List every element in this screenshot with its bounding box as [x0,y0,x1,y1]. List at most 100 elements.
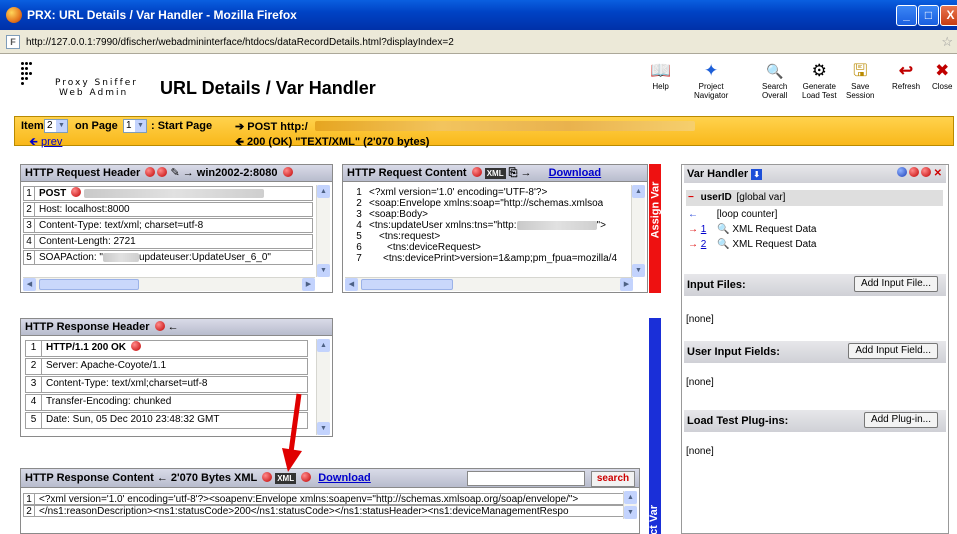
scroll-left-icon[interactable]: ◀ [23,278,36,291]
copy-icon[interactable]: ⎘ [509,167,518,179]
var-icon[interactable] [920,167,931,177]
var-icon[interactable] [896,167,907,177]
var-row-loop-counter[interactable]: ← [loop counter] [688,209,777,220]
request-content-title: HTTP Request Content XML ⎘ → Download [343,165,647,182]
item-navigation-bar: Item 2 ▼ on Page 1 ▼ : Start Page 🡸 prev ➔… [14,116,954,148]
user-input-fields-none: [none] [686,377,714,388]
request-url: ➔ POST http:/ [235,121,308,133]
vertical-scrollbar[interactable]: ▲ ▼ [316,185,330,277]
var-icon[interactable] [262,472,273,482]
var-row-extract-2[interactable]: → 2 🔍 XML Request Data [688,239,816,250]
scroll-thumb[interactable] [39,279,139,290]
scroll-right-icon[interactable]: ▶ [620,278,633,291]
var-icon[interactable] [154,321,165,331]
bookmark-star-icon[interactable]: ☆ [941,34,953,50]
code-line: 3 <soap:Body> [356,209,428,220]
xml-view-icon[interactable]: XML [484,168,506,179]
title-bar: PRX: URL Details / Var Handler - Mozilla… [0,0,957,30]
var-icon[interactable] [908,167,919,177]
extract-var-bar[interactable]: ct Var [648,318,661,534]
add-plugin-button[interactable]: Add Plug-in... [863,412,938,428]
search-overall-button[interactable]: 🔍 Search Overall [762,62,787,100]
list-item: 5 Date: Sun, 05 Dec 2010 23:48:32 GMT [25,412,308,430]
scroll-down-icon[interactable]: ▼ [317,422,330,435]
scroll-left-icon[interactable]: ◀ [345,278,358,291]
forward-arrow-icon: → [182,167,194,179]
add-input-field-button[interactable]: Add Input Field... [848,343,938,359]
maximize-button[interactable]: □ [918,5,939,26]
proxy-sniffer-logo-icon [21,62,33,86]
scroll-down-icon[interactable]: ▼ [632,264,645,277]
code-line: 7 <tns:devicePrint>version=1&amp;pm_fpua=… [356,253,618,264]
scroll-up-icon[interactable]: ▲ [632,185,645,198]
var-icon[interactable] [157,167,168,177]
back-arrow-icon: 🡸 [235,136,244,148]
list-item: 3 Content-Type: text/xml; charset=utf-8 [23,218,313,234]
close-page-button[interactable]: ✖ Close [932,62,952,92]
request-download-link[interactable]: Download [549,167,602,179]
list-item: 2 Host: localhost:8000 [23,202,313,218]
prev-link[interactable]: 🡸 prev [29,133,62,152]
forward-arrow-icon: ➔ [235,121,245,133]
vertical-scrollbar[interactable]: ▲ ▼ [631,185,645,277]
item-label: Item [21,120,44,132]
url-field[interactable]: http://127.0.0.1:7990/dfischer/webadmini… [26,37,454,48]
request-header-title: HTTP Request Header ✎ → win2002-2:8080 [21,165,332,182]
page-title: URL Details / Var Handler [160,78,376,98]
scroll-up-icon[interactable]: ▲ [317,185,330,198]
scroll-up-icon[interactable]: ▲ [317,339,330,352]
var-icon[interactable] [282,167,293,177]
var-icon[interactable] [471,167,482,177]
var-icon[interactable] [130,341,141,351]
minimize-button[interactable]: _ [896,5,917,26]
generate-load-test-button[interactable]: ⚙ Generate Load Test [802,61,837,101]
item-select[interactable]: 2 ▼ [44,119,68,133]
var-row-userid[interactable]: − userID [global var] [688,192,785,203]
list-item: 3 Content-Type: text/xml;charset=utf-8 [25,376,308,394]
var-row-extract-1[interactable]: → 1 🔍 XML Request Data [688,224,816,235]
page-select[interactable]: 1 ▼ [123,119,147,133]
annotation-arrow-icon [282,393,302,472]
var-handler-title: Var Handler ⬇ ✕ [684,165,946,183]
code-line: 2 <soap:Envelope xmlns:soap="http://schem… [356,198,604,209]
help-button[interactable]: 📖 Help [650,62,671,92]
assign-var-bar[interactable]: Assign Var [649,164,661,293]
browser-window: PRX: URL Details / Var Handler - Mozilla… [0,0,957,534]
start-page-link[interactable]: : Start Page [151,120,212,132]
horizontal-scrollbar[interactable]: ◀ ▶ [345,277,633,291]
input-files-none: [none] [686,314,714,325]
close-window-button[interactable]: X [940,5,957,26]
scroll-down-icon[interactable]: ▼ [317,264,330,277]
scroll-right-icon[interactable]: ▶ [302,278,315,291]
horizontal-scrollbar[interactable]: ◀ ▶ [23,277,315,291]
response-content-code: 1 <?xml version='1.0' encoding='utf-8'?><… [23,493,627,517]
edit-icon[interactable]: ✎ [170,167,179,179]
code-line: 1 <?xml version='1.0' encoding='utf-8'?><… [23,493,627,505]
download-icon[interactable]: ⬇ [751,169,763,180]
add-input-file-button[interactable]: Add Input File... [853,276,938,292]
scroll-thumb[interactable] [361,279,453,290]
refresh-button[interactable]: ↩ Refresh [892,62,920,92]
request-content-panel: HTTP Request Content XML ⎘ → Download 1 <… [342,164,648,293]
vertical-scrollbar[interactable]: ▲ ▼ [316,339,330,435]
save-session-button[interactable]: 🖫 Save Session [846,62,874,101]
request-content-code: 1 <?xml version='1.0' encoding='UTF-8'?> … [353,186,618,264]
response-search-input[interactable] [467,471,585,486]
response-search-button[interactable]: search [591,471,635,487]
back-arrow-icon: ← [167,321,179,333]
scroll-up-icon[interactable]: ▲ [624,491,637,504]
gear-icon: ⚙ [811,61,827,80]
compass-icon: ✦ [704,61,719,80]
var-icon[interactable] [71,187,82,197]
list-item: 1 HTTP/1.1 200 OK [25,340,308,358]
input-files-section: Input Files: Add Input File... [684,274,946,296]
response-download-link[interactable]: Download [318,472,371,484]
var-icon[interactable] [145,167,156,177]
vertical-scrollbar[interactable]: ▲ ▼ [623,491,637,519]
list-item: 5 SOAPAction: " updateuser:UpdateUser_6_0" [23,250,313,266]
scroll-down-icon[interactable]: ▼ [624,506,637,519]
xml-view-icon[interactable]: XML [275,473,297,484]
project-navigator-button[interactable]: ✦ Project Navigator [694,61,728,101]
close-icon[interactable]: ✕ [934,168,942,179]
code-line: 1 <?xml version='1.0' encoding='UTF-8'?> [356,187,548,198]
